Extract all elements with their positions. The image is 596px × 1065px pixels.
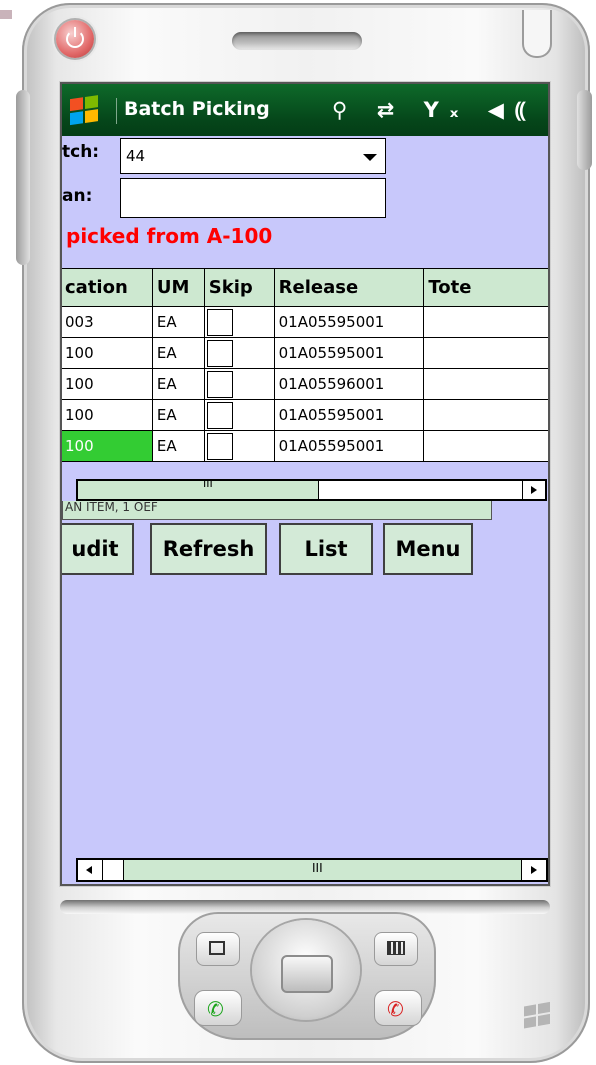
cell-tote[interactable]	[423, 399, 548, 431]
cell-tote[interactable]	[423, 337, 548, 369]
cell-location[interactable]: 100	[62, 368, 153, 400]
batch-select[interactable]: 44	[120, 138, 386, 174]
col-tote[interactable]: Tote	[423, 268, 548, 307]
cell-um[interactable]: EA	[151, 368, 205, 400]
speaker-grille	[232, 32, 362, 50]
col-skip[interactable]: Skip	[203, 268, 275, 307]
cell-release[interactable]: 01A05595001	[273, 306, 425, 338]
cell-um[interactable]: EA	[151, 337, 205, 369]
table-row[interactable]: 100 EA 01A05596001	[62, 368, 548, 400]
power-icon[interactable]	[56, 20, 94, 58]
cell-release[interactable]: 01A05595001	[273, 430, 425, 462]
scan-input[interactable]	[120, 178, 386, 218]
table-row[interactable]: 100 EA 01A05595001	[62, 337, 548, 369]
titlebar: Batch Picking ⚲ ⇄ Yₓ ◀⸨	[62, 84, 548, 136]
table-row[interactable]: 003 EA 01A05595001	[62, 306, 548, 338]
cell-um[interactable]: EA	[151, 430, 205, 462]
status-message: picked from A-100	[66, 224, 273, 248]
cell-skip[interactable]	[203, 430, 275, 462]
page-scroll-grip: III	[312, 861, 323, 875]
col-release[interactable]: Release	[273, 268, 425, 307]
windows-logo-icon	[524, 1001, 552, 1031]
skip-checkbox[interactable]	[206, 339, 233, 367]
cell-um[interactable]: EA	[151, 399, 205, 431]
batch-label: tch:	[62, 142, 100, 162]
end-call-icon: ✆	[387, 997, 404, 1021]
chevron-down-icon[interactable]	[363, 154, 377, 161]
col-um[interactable]: UM	[151, 268, 205, 307]
side-button-right[interactable]	[577, 90, 592, 170]
cell-release[interactable]: 01A05595001	[273, 399, 425, 431]
grid-scroll-grip: III	[203, 477, 213, 490]
dpad-center-button[interactable]	[281, 955, 333, 993]
cell-location[interactable]: 100	[62, 337, 153, 369]
app-title: Batch Picking	[124, 98, 270, 120]
call-button[interactable]: ✆	[194, 990, 242, 1026]
scan-label: an:	[62, 186, 93, 206]
cell-release[interactable]: 01A05595001	[273, 337, 425, 369]
cell-location-selected[interactable]: 100	[62, 430, 153, 462]
stylus-slot	[522, 10, 552, 58]
table-row[interactable]: 100 EA 01A05595001	[62, 430, 548, 462]
list-button[interactable]: List	[279, 523, 373, 575]
calendar-key-icon	[209, 941, 225, 955]
page-scroll-thumb[interactable]	[103, 860, 124, 880]
status-icons[interactable]: ⚲ ⇄ Yₓ ◀⸨	[332, 96, 537, 124]
audit-button[interactable]: udit	[62, 523, 134, 575]
contacts-key[interactable]	[374, 932, 418, 966]
partial-status-text: AN ITEM, 1 OEF	[65, 500, 158, 514]
cell-skip[interactable]	[203, 306, 275, 338]
cell-tote[interactable]	[423, 306, 548, 338]
scroll-left-arrow-icon[interactable]	[78, 860, 103, 880]
side-button-left[interactable]	[16, 90, 30, 265]
cell-location[interactable]: 003	[62, 306, 153, 338]
cell-skip[interactable]	[203, 368, 275, 400]
cell-um[interactable]: EA	[151, 306, 205, 338]
skip-checkbox[interactable]	[206, 308, 233, 336]
calendar-key[interactable]	[196, 932, 240, 966]
menu-button[interactable]: Menu	[383, 523, 473, 575]
screen: Batch Picking ⚲ ⇄ Yₓ ◀⸨ tch: 44 an: pick…	[62, 84, 548, 884]
page-horizontal-scrollbar[interactable]: III	[76, 858, 548, 882]
refresh-button[interactable]: Refresh	[150, 523, 267, 575]
titlebar-separator	[116, 98, 117, 124]
table-row[interactable]: 100 EA 01A05595001	[62, 399, 548, 431]
end-call-button[interactable]: ✆	[374, 990, 422, 1026]
contacts-key-icon	[387, 941, 405, 955]
col-location[interactable]: cation	[62, 268, 153, 307]
cell-location[interactable]: 100	[62, 399, 153, 431]
grid-horizontal-scrollbar[interactable]: III	[76, 477, 547, 501]
corner-tab	[0, 10, 12, 19]
partial-status-bar: AN ITEM, 1 OEF	[62, 500, 492, 520]
grid-scroll-thumb[interactable]	[78, 481, 319, 499]
pick-grid: cation UM Skip Release Tote 003 EA 01A05…	[62, 268, 548, 468]
cell-release[interactable]: 01A05596001	[273, 368, 425, 400]
scroll-right-arrow-icon[interactable]	[522, 481, 545, 499]
call-icon: ✆	[207, 997, 224, 1021]
cell-skip[interactable]	[203, 337, 275, 369]
scroll-right-arrow-icon[interactable]	[521, 860, 546, 880]
cell-tote[interactable]	[423, 368, 548, 400]
cell-skip[interactable]	[203, 399, 275, 431]
skip-checkbox[interactable]	[206, 401, 233, 429]
skip-checkbox[interactable]	[206, 370, 233, 398]
batch-select-value: 44	[126, 147, 146, 165]
windows-logo-icon[interactable]	[70, 95, 100, 127]
cell-tote[interactable]	[423, 430, 548, 462]
skip-checkbox[interactable]	[206, 432, 233, 460]
